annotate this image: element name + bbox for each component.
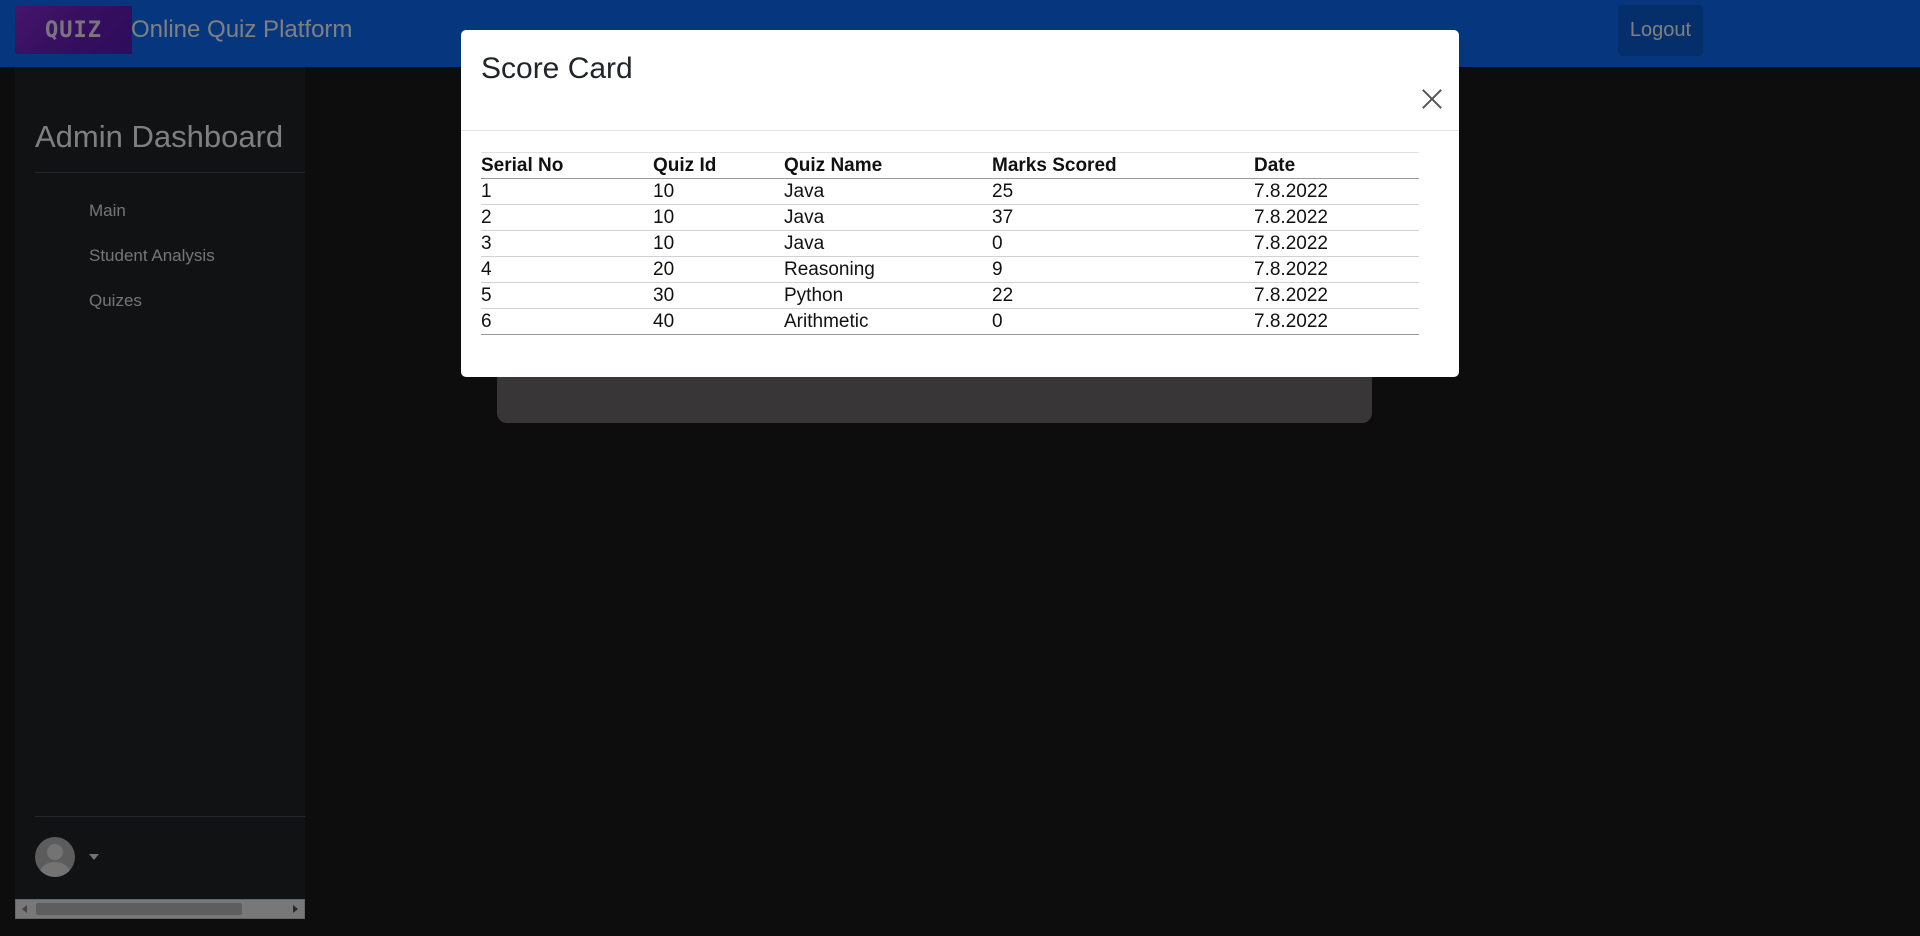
- table-cell: 4: [481, 256, 653, 283]
- table-row: 6 40 Arithmetic 0 7.8.2022: [481, 308, 1419, 335]
- column-header: Marks Scored: [992, 152, 1254, 179]
- table-cell: 3: [481, 230, 653, 257]
- table-cell: 0: [992, 308, 1254, 335]
- table-cell: 7.8.2022: [1254, 178, 1419, 205]
- column-header: Date: [1254, 152, 1419, 179]
- table-cell: Java: [784, 230, 992, 257]
- table-cell: 0: [992, 230, 1254, 257]
- table-cell: 22: [992, 282, 1254, 309]
- table-cell: 40: [653, 308, 784, 335]
- table-cell: 2: [481, 204, 653, 231]
- table-cell: Java: [784, 204, 992, 231]
- table-cell: 7.8.2022: [1254, 230, 1419, 257]
- table-cell: 5: [481, 282, 653, 309]
- table-cell: 7.8.2022: [1254, 204, 1419, 231]
- score-table: Serial No Quiz Id Quiz Name Marks Scored…: [481, 152, 1419, 335]
- table-cell: 10: [653, 178, 784, 205]
- column-header: Quiz Name: [784, 152, 992, 179]
- table-row: 4 20 Reasoning 9 7.8.2022: [481, 256, 1419, 283]
- table-cell: 25: [992, 178, 1254, 205]
- table-cell: 1: [481, 178, 653, 205]
- table-cell: 6: [481, 308, 653, 335]
- table-row: 2 10 Java 37 7.8.2022: [481, 204, 1419, 231]
- table-cell: 9: [992, 256, 1254, 283]
- table-row: 1 10 Java 25 7.8.2022: [481, 178, 1419, 205]
- column-header: Serial No: [481, 152, 653, 179]
- table-row: 5 30 Python 22 7.8.2022: [481, 282, 1419, 309]
- table-cell: Reasoning: [784, 256, 992, 283]
- table-cell: Java: [784, 178, 992, 205]
- table-cell: 10: [653, 230, 784, 257]
- table-cell: 7.8.2022: [1254, 282, 1419, 309]
- table-cell: 7.8.2022: [1254, 256, 1419, 283]
- column-header: Quiz Id: [653, 152, 784, 179]
- table-cell: 10: [653, 204, 784, 231]
- table-cell: Python: [784, 282, 992, 309]
- table-cell: Arithmetic: [784, 308, 992, 335]
- table-cell: 30: [653, 282, 784, 309]
- modal-header: Score Card: [461, 30, 1459, 131]
- score-card-modal: Score Card Serial No Quiz Id Quiz Name M…: [461, 30, 1459, 377]
- table-cell: 37: [992, 204, 1254, 231]
- table-cell: 20: [653, 256, 784, 283]
- table-cell: 7.8.2022: [1254, 308, 1419, 335]
- table-row: 3 10 Java 0 7.8.2022: [481, 230, 1419, 257]
- table-header-row: Serial No Quiz Id Quiz Name Marks Scored…: [481, 152, 1419, 179]
- close-icon[interactable]: [1420, 87, 1444, 111]
- modal-title: Score Card: [481, 52, 633, 85]
